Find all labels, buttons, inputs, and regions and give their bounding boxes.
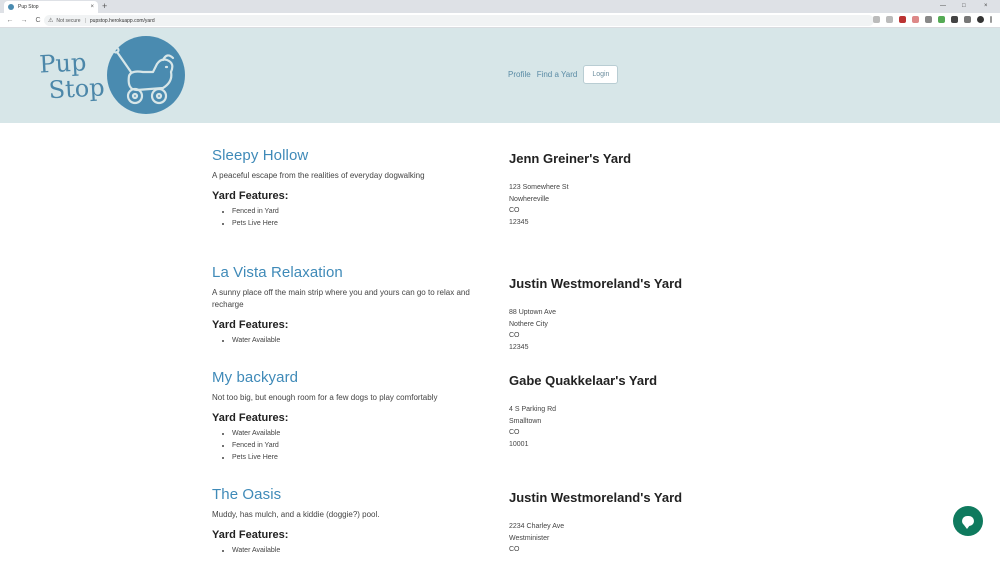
extension-icon[interactable]	[938, 16, 945, 23]
owner-address: 88 Uptown Ave Nothere City CO 12345	[509, 307, 729, 353]
yard-features-list: Water Available	[212, 335, 492, 347]
owner-address: 123 Somewhere St Nowhereville CO 12345	[509, 182, 729, 228]
extension-icons	[873, 16, 992, 23]
address-line: 2234 Charley Ave	[509, 523, 565, 530]
yard-features-list: Fenced in Yard Pets Live Here	[212, 206, 492, 230]
zoom-icon[interactable]	[873, 16, 880, 23]
yard-card: The Oasis Muddy, has mulch, and a kiddie…	[212, 486, 712, 566]
yard-description: A peaceful escape from the realities of …	[212, 171, 425, 180]
address-line: Nowhereville	[509, 195, 550, 203]
feature-item: Pets Live Here	[232, 452, 492, 464]
extension-icon[interactable]	[951, 16, 958, 23]
yard-description: Not too big, but enough room for a few d…	[212, 393, 438, 402]
feature-item: Fenced in Yard	[232, 206, 492, 218]
yard-features-heading: Yard Features:	[212, 319, 289, 331]
yard-name-link[interactable]: Sleepy Hollow	[212, 147, 492, 164]
bookmark-star-icon[interactable]	[886, 16, 893, 23]
yard-list: Sleepy Hollow A peaceful escape from the…	[212, 147, 712, 566]
login-button[interactable]: Login	[583, 65, 619, 84]
yard-info: Sleepy Hollow A peaceful escape from the…	[212, 147, 492, 230]
browser-menu-icon[interactable]	[990, 16, 992, 23]
owner-heading: Justin Westmoreland's Yard	[509, 276, 683, 291]
yard-card: My backyard Not too big, but enough room…	[212, 369, 712, 486]
owner-heading: Jenn Greiner's Yard	[509, 151, 632, 166]
profile-avatar[interactable]	[977, 16, 984, 23]
extension-icon[interactable]	[925, 16, 932, 23]
feature-item: Fenced in Yard	[232, 440, 492, 452]
yard-features-list: Water Available Fenced in Yard Pets Live…	[212, 428, 492, 464]
tab-close-icon[interactable]: ×	[90, 4, 94, 10]
address-line: Westminister	[509, 534, 550, 542]
yard-info: The Oasis Muddy, has mulch, and a kiddie…	[212, 486, 492, 557]
yard-card: La Vista Relaxation A sunny place off th…	[212, 264, 712, 369]
browser-toolbar: ← → C ⚠ Not secure | pupstop.herokuapp.c…	[0, 13, 1000, 28]
back-button[interactable]: ←	[6, 17, 14, 24]
address-line: 12345	[509, 343, 529, 351]
address-line: Nothere City	[509, 320, 548, 328]
yard-owner-info: Gabe Quakkelaar's Yard 4 S Parking Rd Sm…	[509, 373, 729, 450]
yard-description: Muddy, has mulch, and a kiddie (doggie?)…	[212, 510, 380, 519]
address-line: CO	[509, 546, 520, 554]
close-window-button[interactable]: ×	[984, 0, 988, 12]
yard-name-link[interactable]: The Oasis	[212, 486, 492, 503]
yard-owner-info: Justin Westmoreland's Yard 2234 Charley …	[509, 490, 729, 556]
yard-owner-info: Justin Westmoreland's Yard 88 Uptown Ave…	[509, 276, 729, 353]
owner-address: 4 S Parking Rd Smalltown CO 10001	[509, 404, 729, 450]
yard-owner-info: Jenn Greiner's Yard 123 Somewhere St Now…	[509, 151, 729, 228]
maximize-button[interactable]: □	[962, 0, 966, 12]
yard-name-link[interactable]: La Vista Relaxation	[212, 264, 492, 281]
url-text: pupstop.herokuapp.com/yard	[89, 17, 155, 24]
reload-button[interactable]: C	[34, 17, 42, 24]
yard-features-heading: Yard Features:	[212, 529, 289, 541]
address-line: Smalltown	[509, 417, 542, 425]
address-line: CO	[509, 207, 520, 215]
feature-item: Water Available	[232, 545, 492, 557]
yard-info: My backyard Not too big, but enough room…	[212, 369, 492, 464]
chat-widget-button[interactable]	[953, 506, 983, 536]
nav-link-find-a-yard[interactable]: Find a Yard	[537, 70, 578, 79]
forward-button[interactable]: →	[20, 17, 28, 24]
yard-features-heading: Yard Features:	[212, 190, 289, 202]
address-line: CO	[509, 429, 520, 437]
address-line: 12345	[509, 218, 529, 226]
address-separator: |	[84, 17, 86, 24]
address-line: 10001	[509, 440, 529, 448]
extension-icon[interactable]	[912, 16, 919, 23]
yard-card: Sleepy Hollow A peaceful escape from the…	[212, 147, 712, 264]
address-line: 88 Uptown Ave	[509, 309, 556, 316]
extension-icon[interactable]	[899, 16, 906, 23]
address-line: 123 Somewhere St	[509, 184, 569, 191]
chat-bubble-icon	[962, 516, 974, 529]
browser-tab[interactable]: Pup Stop ×	[4, 1, 98, 13]
nav-link-profile[interactable]: Profile	[508, 70, 531, 79]
address-line: 4 S Parking Rd	[509, 406, 557, 413]
yard-info: La Vista Relaxation A sunny place off th…	[212, 264, 492, 347]
browser-tab-bar: Pup Stop × + — □ ×	[0, 0, 1000, 13]
logo-wordmark[interactable]: Pup Stop	[39, 48, 106, 105]
address-bar[interactable]: ⚠ Not secure | pupstop.herokuapp.com/yar…	[44, 15, 874, 26]
logo-line-2: Stop	[47, 73, 106, 105]
new-tab-button[interactable]: +	[102, 1, 107, 11]
site-header: Pup Stop Profile Find a Yard Login	[0, 28, 1000, 123]
address-line: CO	[509, 332, 520, 340]
yard-name-link[interactable]: My backyard	[212, 369, 492, 386]
extensions-puzzle-icon[interactable]	[964, 16, 971, 23]
feature-item: Water Available	[232, 335, 492, 347]
owner-heading: Gabe Quakkelaar's Yard	[509, 373, 658, 388]
warning-icon: ⚠	[48, 18, 54, 24]
yard-features-list: Water Available	[212, 545, 492, 557]
main-nav: Profile Find a Yard Login	[508, 65, 619, 84]
logo-dog-cart-icon[interactable]	[107, 36, 185, 114]
minimize-button[interactable]: —	[940, 0, 946, 12]
yard-description: A sunny place off the main strip where y…	[212, 288, 470, 309]
feature-item: Pets Live Here	[232, 218, 492, 230]
yard-features-heading: Yard Features:	[212, 412, 289, 424]
site-favicon-icon	[8, 4, 14, 10]
tab-title: Pup Stop	[18, 4, 39, 10]
feature-item: Water Available	[232, 428, 492, 440]
owner-heading: Justin Westmoreland's Yard	[509, 490, 683, 505]
owner-address: 2234 Charley Ave Westminister CO	[509, 521, 729, 556]
security-label: Not secure	[56, 17, 81, 24]
